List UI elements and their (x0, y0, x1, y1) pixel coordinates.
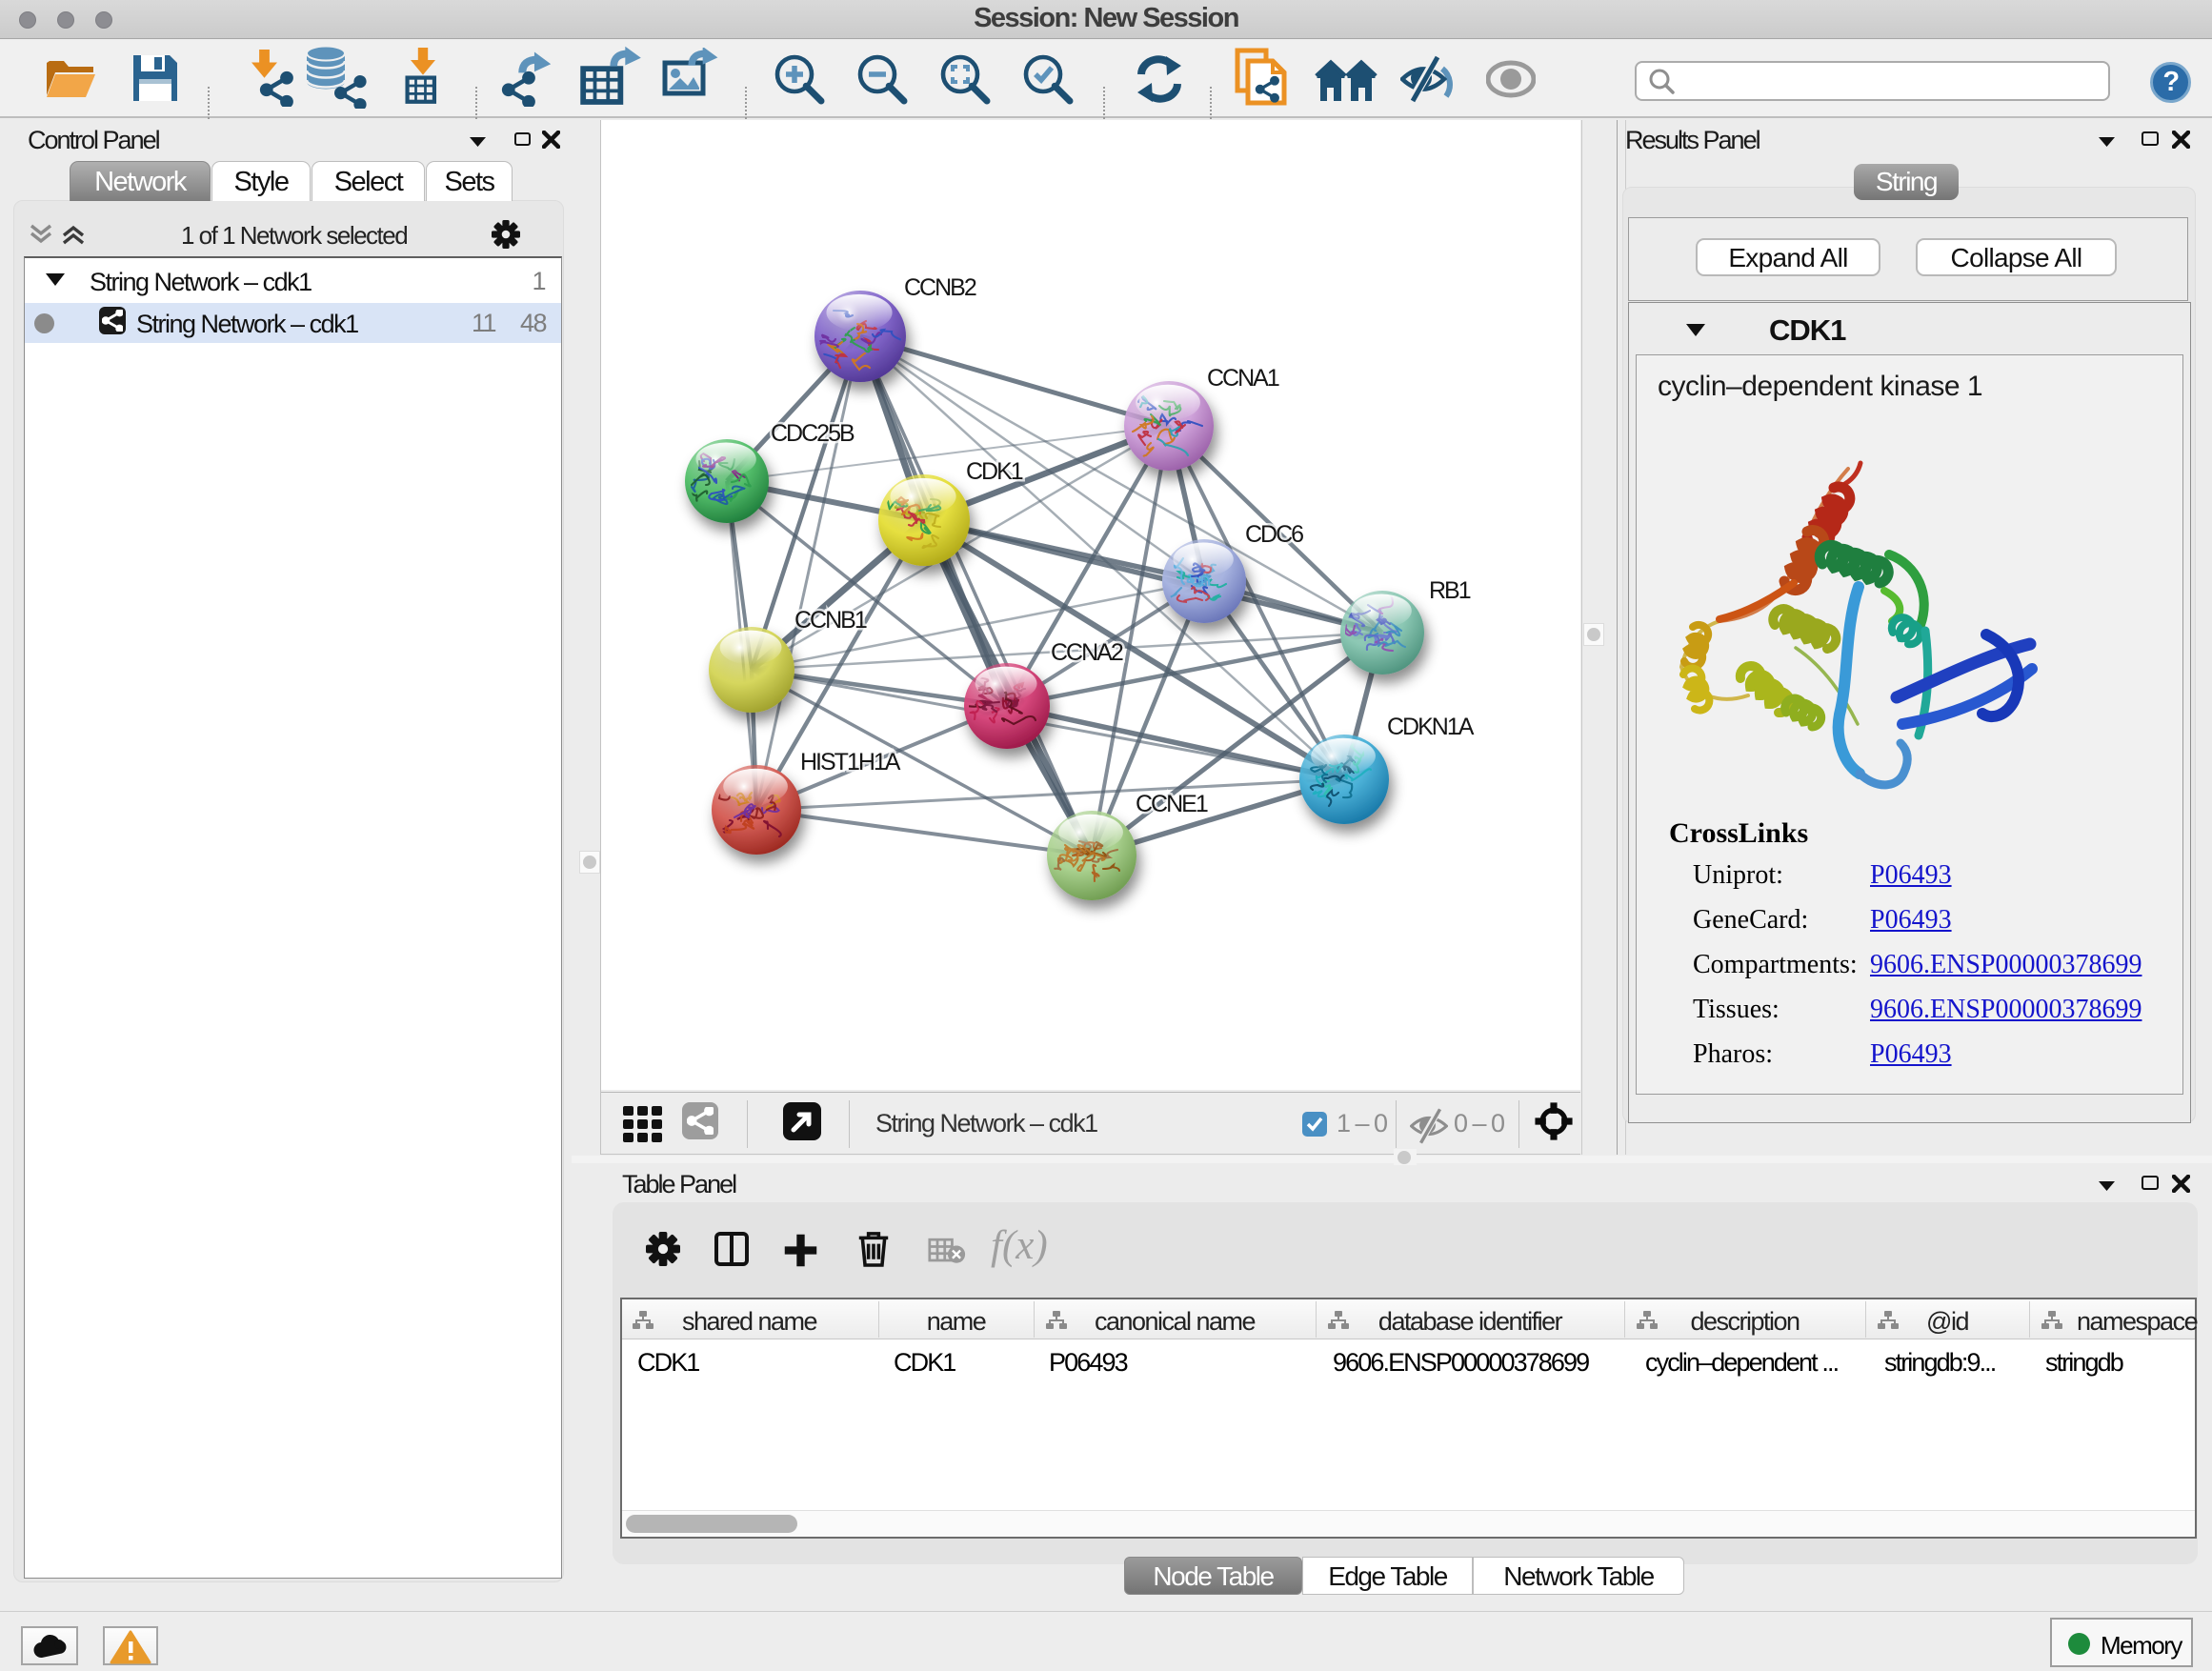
svg-text:CCNB2: CCNB2 (904, 274, 976, 301)
svg-text:HIST1H1A: HIST1H1A (800, 749, 901, 775)
svg-text:RB1: RB1 (1429, 577, 1471, 604)
svg-text:CDKN1A: CDKN1A (1387, 714, 1475, 740)
svg-text:CCNE1: CCNE1 (1136, 791, 1208, 817)
svg-text:CDC6: CDC6 (1245, 521, 1303, 548)
svg-text:CDK1: CDK1 (966, 458, 1023, 485)
svg-text:CCNA2: CCNA2 (1051, 639, 1123, 666)
svg-text:CCNB1: CCNB1 (794, 607, 867, 634)
svg-text:CCNA1: CCNA1 (1207, 365, 1279, 392)
svg-text:CDC25B: CDC25B (771, 420, 855, 447)
